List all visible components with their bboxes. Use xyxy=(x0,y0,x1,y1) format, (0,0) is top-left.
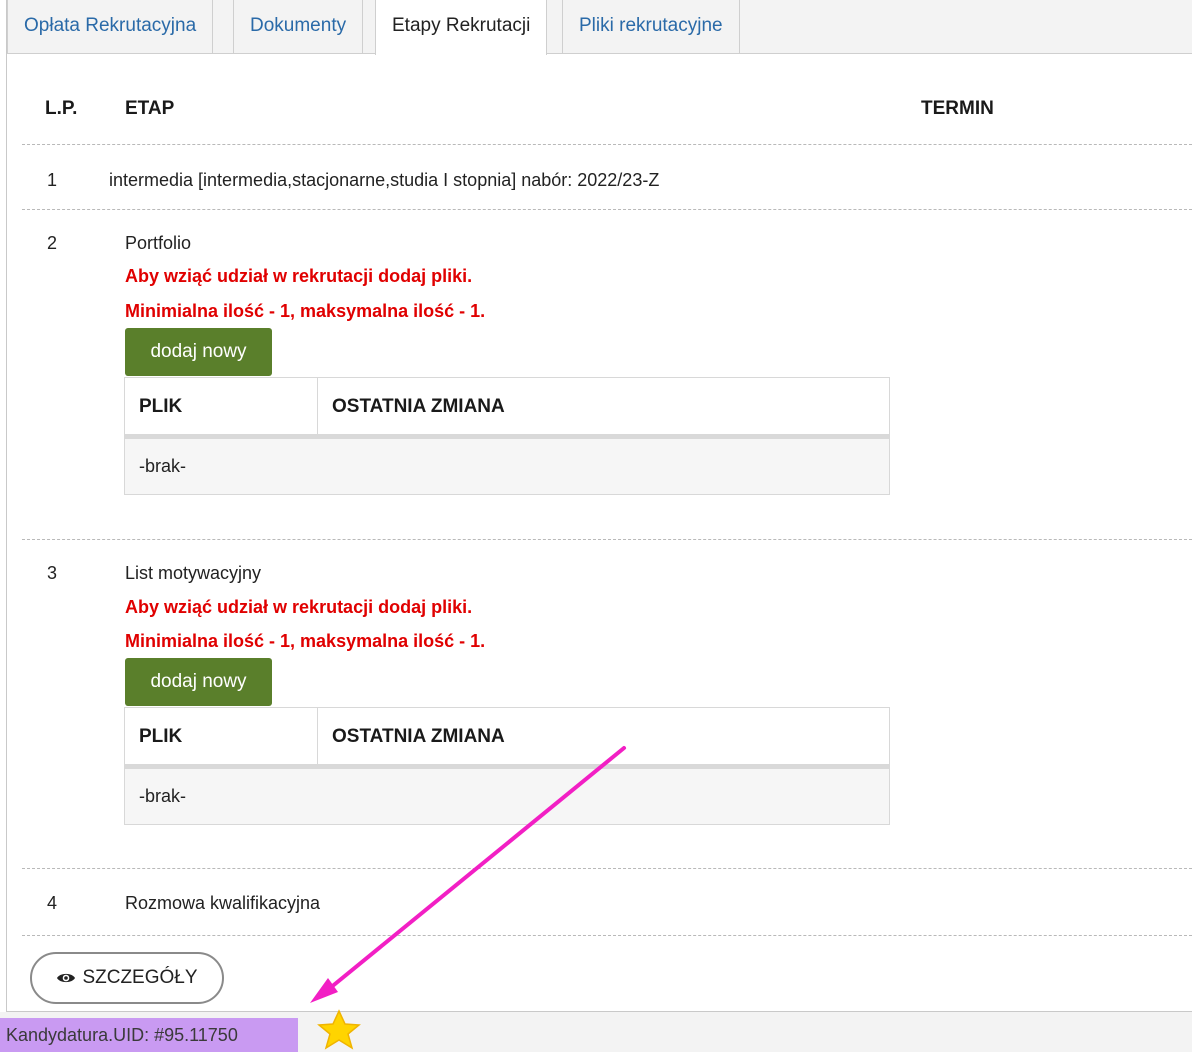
row-number: 1 xyxy=(47,170,58,190)
column-header-ostatnia-zmiana: OSTATNIA ZMIANA xyxy=(332,726,505,747)
column-header-termin: TERMIN xyxy=(921,98,994,119)
column-header-plik: PLIK xyxy=(139,726,183,747)
files-table-header: PLIK OSTATNIA ZMIANA xyxy=(125,378,889,439)
tab-pliki-rekrutacyjne[interactable]: Pliki rekrutacyjne xyxy=(562,0,740,53)
empty-files-text: -brak- xyxy=(139,456,187,476)
row-number: 3 xyxy=(47,563,58,583)
column-header-lp: L.P. xyxy=(45,98,78,119)
row-divider xyxy=(22,935,1192,936)
files-table-header: PLIK OSTATNIA ZMIANA xyxy=(125,708,889,769)
row-divider xyxy=(22,209,1192,210)
column-header-etap: ETAP xyxy=(125,98,175,119)
row-number: 2 xyxy=(47,233,58,253)
file-count-warning: Minimialna ilość - 1, maksymalna ilość -… xyxy=(125,301,486,321)
eye-icon xyxy=(57,973,76,983)
upload-warning: Aby wziąć udział w rekrutacji dodaj plik… xyxy=(125,597,473,617)
row-divider xyxy=(22,539,1192,540)
row-divider xyxy=(22,144,1192,145)
details-button[interactable]: SZCZEGÓŁY xyxy=(30,952,224,1004)
stage-name: Rozmowa kwalifikacyjna xyxy=(125,893,321,913)
row-divider xyxy=(22,868,1192,869)
stage-name: Portfolio xyxy=(125,233,192,253)
empty-files-text: -brak- xyxy=(139,786,187,806)
tab-etapy-rekrutacji[interactable]: Etapy Rekrutacji xyxy=(375,0,548,55)
column-separator xyxy=(317,708,318,764)
row-number: 4 xyxy=(47,893,58,913)
tab-dokumenty[interactable]: Dokumenty xyxy=(233,0,364,53)
add-file-button[interactable]: dodaj nowy xyxy=(125,328,272,376)
tab-oplata-rekrutacyjna[interactable]: Opłata Rekrutacyjna xyxy=(7,0,214,53)
tab-bar: Opłata Rekrutacyjna Dokumenty Etapy Rekr… xyxy=(7,0,1192,55)
column-separator xyxy=(317,378,318,434)
details-button-label: SZCZEGÓŁY xyxy=(82,967,198,988)
files-table: PLIK OSTATNIA ZMIANA -brak- xyxy=(124,707,890,825)
table-row: -brak- xyxy=(125,439,889,494)
column-header-ostatnia-zmiana: OSTATNIA ZMIANA xyxy=(332,396,505,417)
stage-name: intermedia [intermedia,stacjonarne,studi… xyxy=(109,170,660,190)
upload-warning: Aby wziąć udział w rekrutacji dodaj plik… xyxy=(125,266,473,286)
file-count-warning: Minimialna ilość - 1, maksymalna ilość -… xyxy=(125,631,486,651)
star-icon xyxy=(317,1009,361,1050)
main-panel: Opłata Rekrutacyjna Dokumenty Etapy Rekr… xyxy=(6,0,1192,1012)
column-header-plik: PLIK xyxy=(139,396,183,417)
add-file-button[interactable]: dodaj nowy xyxy=(125,658,272,706)
table-row: -brak- xyxy=(125,769,889,824)
files-table: PLIK OSTATNIA ZMIANA -brak- xyxy=(124,377,890,495)
candidate-uid: Kandydatura.UID: #95.11750 xyxy=(0,1018,298,1052)
stage-name: List motywacyjny xyxy=(125,563,262,583)
